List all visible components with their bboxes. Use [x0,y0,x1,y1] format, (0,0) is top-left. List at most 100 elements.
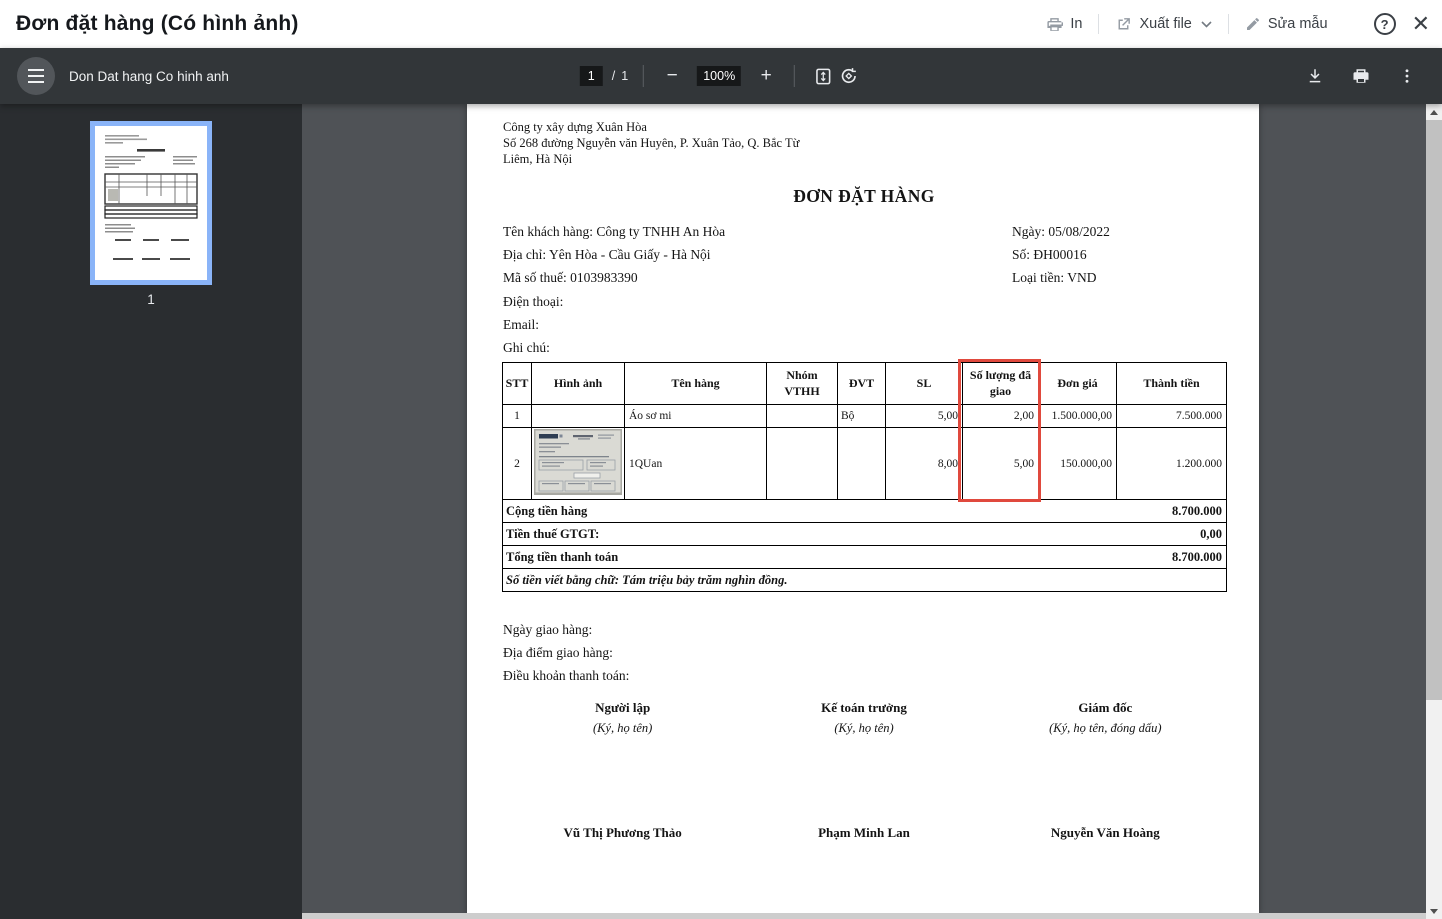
summary-label: Tổng tiền thanh toán [506,550,618,565]
signature-name: Nguyễn Văn Hoàng [985,825,1226,841]
summary-label: Tiền thuế GTGT: [506,527,599,542]
col-header-qty: SL [886,363,963,405]
thumbnail-sidebar: 1 [0,104,302,919]
fit-to-page-button[interactable] [810,63,836,89]
pdf-viewer: Công ty xây dựng Xuân Hòa Số 268 đường N… [302,104,1426,919]
cell-group [767,405,838,428]
scrollbar-horizontal[interactable] [302,913,1426,919]
customer-line: Mã số thuế: 0103983390 [503,266,725,289]
menu-button[interactable] [17,57,55,95]
edit-template-label: Sửa mẫu [1268,16,1328,32]
company-line: Số 268 đường Nguyễn văn Huyên, P. Xuân T… [503,135,799,151]
items-table: STT Hình ảnh Tên hàng Nhóm VTHH ĐVT SL S… [502,362,1227,592]
company-line: Công ty xây dựng Xuân Hòa [503,119,799,135]
print-button[interactable]: In [1040,12,1088,37]
signature-role: Người lập [502,700,743,716]
customer-line: Email: [503,313,725,336]
zoom-out-button[interactable]: − [659,63,685,89]
window-header: Đơn đặt hàng (Có hình ảnh) In Xuất file … [0,0,1442,48]
table-row: 1 Áo sơ mi Bộ 5,00 2,00 1.500.000,00 7.5… [503,405,1227,428]
divider [794,65,795,87]
help-icon: ? [1374,13,1396,35]
signature-role: Giám đốc [985,700,1226,716]
download-icon [1306,67,1324,85]
summary-row: Tổng tiền thanh toán 8.700.000 [503,546,1227,569]
scroll-down-button[interactable] [1426,903,1442,919]
pdf-toolbar-right [1302,48,1420,104]
customer-line: Điện thoại: [503,290,725,313]
export-file-button[interactable]: Xuất file [1109,12,1217,37]
company-info: Công ty xây dựng Xuân Hòa Số 268 đường N… [503,119,799,167]
page-title: Đơn đặt hàng (Có hình ảnh) [16,12,299,36]
order-meta: Ngày: 05/08/2022 Số: ĐH00016 Loại tiền: … [1012,220,1110,290]
print-document-button[interactable] [1348,63,1374,89]
col-header-group: Nhóm VTHH [767,363,838,405]
cell-delivered-qty: 2,00 [963,405,1039,428]
printer-icon [1046,16,1063,33]
col-header-unit: ĐVT [838,363,886,405]
product-photo [534,429,622,495]
delivery-line: Địa điểm giao hàng: [503,641,629,664]
cell-unit-price: 1.500.000,00 [1039,405,1117,428]
order-meta-line: Ngày: 05/08/2022 [1012,220,1110,243]
customer-info: Tên khách hàng: Công ty TNHH An Hòa Địa … [503,220,725,359]
cell-amount: 7.500.000 [1117,405,1227,428]
page-number-input[interactable] [580,66,603,86]
scroll-up-button[interactable] [1426,104,1442,120]
delivery-line: Điều khoản thanh toán: [503,664,629,687]
company-line: Liêm, Hà Nội [503,151,799,167]
cell-image [532,405,625,428]
divider [1098,14,1099,34]
app-window: Đơn đặt hàng (Có hình ảnh) In Xuất file … [0,0,1442,919]
page-1-thumbnail[interactable] [90,121,212,285]
col-header-delivered-qty: Số lượng đã giao [963,363,1039,405]
header-actions: In Xuất file Sửa mẫu ? ✕ [1040,12,1430,37]
cell-unit [838,428,886,500]
col-header-stt: STT [503,363,532,405]
cell-group [767,428,838,500]
customer-line: Tên khách hàng: Công ty TNHH An Hòa [503,220,725,243]
thumbnail-page-number: 1 [90,292,212,307]
zoom-level[interactable]: 100% [697,66,741,86]
scrollbar-thumb[interactable] [1426,120,1442,700]
scrollbar-vertical[interactable] [1426,104,1442,919]
signature-column: Giám đốc (Ký, họ tên, đóng dấu) [985,700,1226,736]
pencil-icon [1245,16,1261,32]
signature-column: Người lập (Ký, họ tên) [502,700,743,736]
order-meta-line: Số: ĐH00016 [1012,243,1110,266]
summary-value: 0,00 [1200,527,1222,542]
document-page: Công ty xây dựng Xuân Hòa Số 268 đường N… [467,104,1259,913]
customer-line: Địa chỉ: Yên Hòa - Cầu Giấy - Hà Nội [503,243,725,266]
pdf-toolbar: Don Dat hang Co hinh anh / 1 − 100% + [0,48,1442,104]
fit-to-page-icon [814,67,833,86]
help-button[interactable]: ? [1374,13,1396,35]
signature-column: Kế toán trưởng (Ký, họ tên) [743,700,984,736]
rotate-button[interactable] [836,63,862,89]
pdf-toolbar-center: / 1 − 100% + [580,48,862,104]
rotate-icon [839,66,859,86]
signature-note: (Ký, họ tên) [743,721,984,736]
cell-amount: 1.200.000 [1117,428,1227,500]
summary-label: Cộng tiền hàng [506,504,587,519]
amount-in-words: Số tiền viết bằng chữ: Tám triệu bảy tră… [503,569,1227,592]
zoom-in-button[interactable]: + [753,63,779,89]
table-row: 2 [503,428,1227,500]
signature-name: Vũ Thị Phương Thảo [502,825,743,841]
col-header-image: Hình ảnh [532,363,625,405]
more-options-button[interactable] [1394,63,1420,89]
close-icon: ✕ [1412,11,1430,36]
arrow-down-icon [1430,909,1438,914]
cell-stt: 2 [503,428,532,500]
edit-template-button[interactable]: Sửa mẫu [1239,12,1334,36]
signature-names: Vũ Thị Phương Thảo Phạm Minh Lan Nguyễn … [502,825,1226,841]
content-area: 1 Công ty xây dựng Xuân Hòa Số 268 đường… [0,104,1442,919]
signature-note: (Ký, họ tên, đóng dấu) [985,721,1226,736]
page-1-thumbnail-preview [95,126,207,280]
col-header-item-name: Tên hàng [625,363,767,405]
cell-delivered-qty: 5,00 [963,428,1039,500]
cell-stt: 1 [503,405,532,428]
download-button[interactable] [1302,63,1328,89]
close-button[interactable]: ✕ [1412,13,1430,35]
signature-name: Phạm Minh Lan [743,825,984,841]
export-file-label: Xuất file [1139,16,1191,32]
